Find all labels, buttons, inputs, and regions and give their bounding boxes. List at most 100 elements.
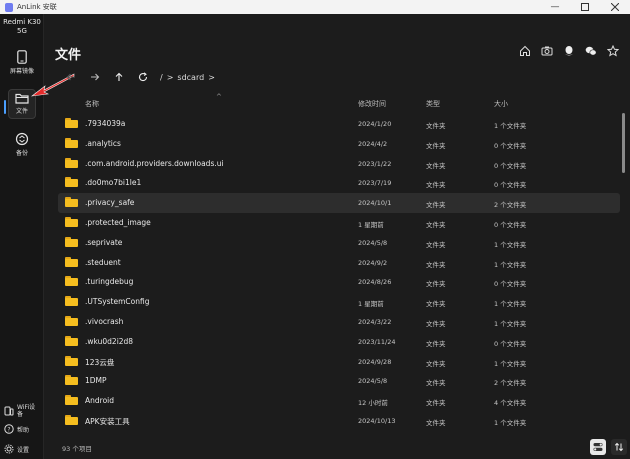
tablet-icon [4,406,14,416]
sidebar-item-label: 备份 [15,150,28,157]
qq-icon [565,46,573,56]
file-type: 文件夹 [426,379,446,388]
breadcrumb: / > sdcard > [160,73,215,82]
file-name: .privacy_safe [85,198,135,208]
sidebar-item-label: 帮助 [17,426,30,434]
swap-vertical-icon [614,442,624,452]
sort-ascending-icon: ^ [216,93,222,101]
camera-icon [541,46,553,56]
folder-icon [65,177,78,188]
breadcrumb-sdcard[interactable]: sdcard [177,73,204,82]
sidebar-item-settings[interactable]: 设置 [4,444,29,454]
file-size: 4 个文件夹 [494,399,527,408]
camera-button[interactable] [540,44,554,58]
folder-icon [65,276,78,287]
modified-date: 2024/4/2 [358,139,388,148]
file-size: 0 个文件夹 [494,161,527,170]
modified-date: 2024/10/13 [358,416,396,425]
table-row[interactable]: .analytics 2024/4/2 文件夹 0 个文件夹 [58,134,620,154]
qq-button[interactable] [562,44,576,58]
file-type: 文件夹 [426,359,446,368]
file-name: 1DMP [85,376,107,386]
table-row[interactable]: .7934039a 2024/1/20 文件夹 1 个文件夹 [58,114,620,134]
arrow-right-icon [91,73,100,81]
view-toggle-button[interactable] [590,439,606,455]
app-logo-icon [5,2,13,12]
minimize-button[interactable]: — [540,0,570,14]
up-button[interactable] [112,70,126,84]
column-header-name[interactable]: 名称 [85,99,99,109]
breadcrumb-separator: > [208,72,215,82]
star-icon [607,45,619,57]
modified-date: 2024/9/2 [358,258,388,267]
sidebar-item-backup[interactable]: 备份 [0,132,44,157]
table-row[interactable]: .UTSystemConfig 1 星期前 文件夹 1 个文件夹 [58,292,620,312]
refresh-icon [138,72,148,82]
phone-icon [17,50,27,64]
table-row[interactable]: Android 12 小时前 文件夹 4 个文件夹 [58,391,620,411]
wechat-button[interactable] [584,44,598,58]
sidebar-item-wifi-device[interactable]: WiFi设备 [4,404,39,418]
table-row[interactable]: .do0mo7bi1le1 2023/7/19 文件夹 0 个文件夹 [58,173,620,193]
table-row[interactable]: .protected_image 1 星期前 文件夹 0 个文件夹 [58,213,620,233]
close-button[interactable] [600,0,630,14]
table-row[interactable]: .vivocrash 2024/3/22 文件夹 1 个文件夹 [58,312,620,332]
modified-date: 2024/5/8 [358,377,388,386]
file-name: .com.android.providers.downloads.ui [85,158,224,168]
file-list: .7934039a 2024/1/20 文件夹 1 个文件夹 .analytics 202… [58,114,620,431]
table-row[interactable]: APK安装工具 2024/10/13 文件夹 1 个文件夹 [58,411,620,431]
file-size: 1 个文件夹 [494,319,527,328]
table-row[interactable]: .steduent 2024/9/2 文件夹 1 个文件夹 [58,253,620,273]
table-row[interactable]: .com.android.providers.downloads.ui 2023/… [58,154,620,174]
modified-date: 2024/3/22 [358,317,392,326]
table-row[interactable]: .seprivate 2024/5/8 文件夹 1 个文件夹 [58,233,620,253]
file-size: 0 个文件夹 [494,141,527,150]
file-name: .seprivate [85,237,123,247]
refresh-button[interactable] [136,70,150,84]
modified-date: 2024/10/1 [358,199,392,208]
file-name: .wku0d2i2d8 [85,336,134,346]
table-row[interactable]: .privacy_safe 2024/10/1 文件夹 2 个文件夹 [58,193,620,213]
sidebar-item-help[interactable]: ? 帮助 [4,424,29,434]
column-header-type[interactable]: 类型 [426,99,440,109]
sidebar-item-label: 文件 [15,108,28,115]
forward-button[interactable] [88,70,102,84]
scrollbar[interactable] [622,113,625,173]
table-row[interactable]: 1DMP 2024/5/8 文件夹 2 个文件夹 [58,371,620,391]
file-type: 文件夹 [426,300,446,309]
page-title: 文件 [55,48,82,63]
file-size: 1 个文件夹 [494,418,527,427]
table-row[interactable]: 123云盘 2024/9/28 文件夹 1 个文件夹 [58,352,620,372]
file-type: 文件夹 [426,201,446,210]
svg-text:?: ? [7,427,10,434]
folder-icon [65,256,78,267]
modified-date: 2024/1/20 [358,120,392,128]
arrow-left-icon [66,73,75,81]
file-size: 1 个文件夹 [494,122,527,130]
back-button[interactable] [64,70,78,84]
device-name: Redmi K30 5G [3,18,41,35]
folder-icon [65,137,78,148]
folder-icon [65,335,78,346]
toggle-icon [593,443,603,451]
favorite-button[interactable] [606,44,620,58]
file-size: 1 个文件夹 [494,240,527,249]
folder-icon [65,315,78,326]
table-row[interactable]: .wku0d2i2d8 2023/11/24 文件夹 0 个文件夹 [58,332,620,352]
sort-order-button[interactable] [611,439,627,455]
folder-icon [15,93,29,104]
folder-icon [65,375,78,386]
window-controls: — [540,0,630,14]
column-header-modified[interactable]: 修改时间 [358,99,386,109]
folder-icon [65,414,78,425]
sidebar-item-label: WiFi设备 [17,404,36,418]
maximize-button[interactable] [570,0,600,14]
title-bar: AnLink 安联 — [0,0,630,14]
table-row[interactable]: .turingdebug 2024/8/26 文件夹 0 个文件夹 [58,272,620,292]
file-size: 0 个文件夹 [494,181,527,190]
folder-icon [65,197,78,208]
column-header-size[interactable]: 大小 [494,99,508,109]
home-icon [520,45,530,56]
home-button[interactable] [518,44,532,58]
breadcrumb-root[interactable]: / [160,73,163,82]
